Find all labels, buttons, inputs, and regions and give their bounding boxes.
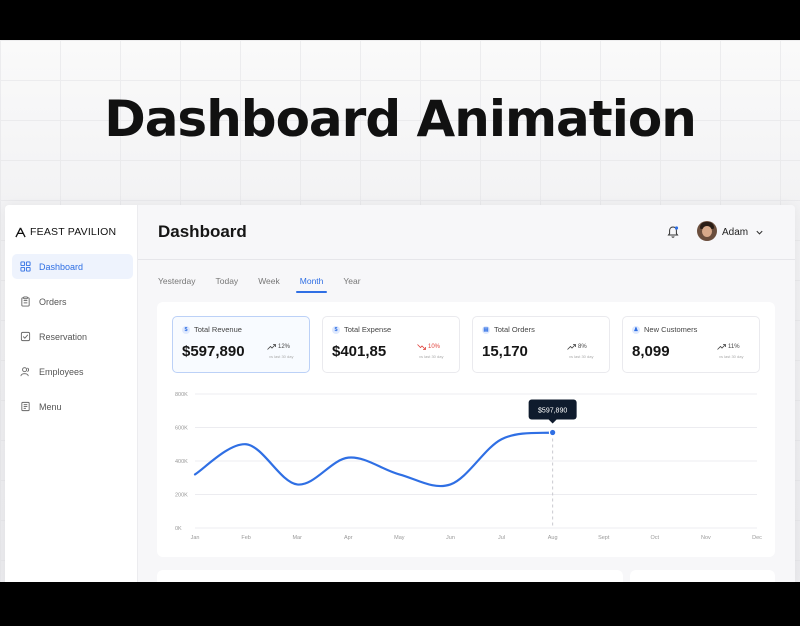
dollar-icon: $: [332, 325, 340, 334]
x-tick-label: Mar: [292, 535, 302, 541]
top-bar: Dashboard Adam: [138, 205, 795, 260]
sidebar-item-dashboard[interactable]: Dashboard: [12, 254, 133, 279]
tooltip-label: $597,890: [538, 408, 567, 415]
sidebar-item-label: Employees: [39, 366, 84, 377]
kpi-value: 8,099: [632, 343, 670, 360]
x-tick-label: Sept: [598, 535, 610, 541]
check-square-icon: [20, 331, 31, 342]
sidebar-item-orders[interactable]: Orders: [12, 289, 133, 314]
tab-yesterday[interactable]: Yesterday: [158, 276, 196, 290]
kpi-label-text: Total Orders: [494, 325, 535, 334]
kpi-change-text: 12%: [278, 344, 291, 350]
user-name[interactable]: Adam: [722, 227, 748, 238]
brand[interactable]: FEAST PAVILION: [15, 226, 116, 238]
x-tick-label: Jul: [498, 535, 505, 541]
revenue-line-chart[interactable]: 0K 200K 400K 600K 800K Jan Feb Mar Apr May Jun Jul A…: [157, 382, 775, 557]
kpi-change: 11%: [717, 344, 740, 350]
sidebar-item-label: Menu: [39, 401, 62, 412]
brand-logo-icon: [15, 227, 26, 237]
period-tabs: Yesterday Today Week Month Year: [158, 276, 381, 293]
y-tick-label: 400K: [175, 459, 188, 465]
notification-bell-icon[interactable]: [666, 225, 680, 239]
kpi-change: 10%: [417, 344, 440, 350]
kpi-change: 8%: [567, 344, 587, 350]
trend-up-icon: [717, 344, 726, 350]
y-tick-label: 800K: [175, 392, 188, 398]
kpi-subtext: vs last 30 day: [419, 354, 444, 359]
kpi-card-orders[interactable]: ▤ Total Orders 15,170 8% vs last 30 day: [472, 316, 610, 373]
tab-year[interactable]: Year: [343, 276, 360, 290]
x-tick-label: Apr: [344, 535, 353, 541]
kpi-change-text: 8%: [578, 344, 587, 350]
kpi-change: 12%: [267, 344, 290, 350]
kpi-subtext: vs last 30 day: [269, 354, 294, 359]
x-tick-label: Dec: [752, 535, 762, 541]
sidebar-item-menu[interactable]: Menu: [12, 394, 133, 419]
user-icon: ♟: [632, 325, 640, 334]
kpi-change-text: 11%: [728, 344, 740, 350]
bottom-card-left: [157, 570, 623, 582]
page-title: Dashboard: [158, 222, 247, 241]
x-tick-label: Feb: [241, 535, 250, 541]
tab-week[interactable]: Week: [258, 276, 280, 290]
clipboard-icon: [21, 296, 30, 307]
x-tick-label: Oct: [651, 535, 660, 541]
kpi-change-text: 10%: [428, 344, 441, 350]
y-tick-label: 200K: [175, 493, 188, 499]
kpi-card-customers[interactable]: ♟ New Customers 8,099 11% vs last 30 day: [622, 316, 760, 373]
kpi-label-text: Total Expense: [344, 325, 392, 334]
trend-up-icon: [267, 344, 276, 350]
kpi-label: ♟ New Customers: [632, 325, 697, 334]
sidebar-item-label: Reservation: [39, 331, 88, 342]
x-tick-label: Nov: [701, 535, 711, 541]
kpi-card-expense[interactable]: $ Total Expense $401,85 10% vs last 30 da…: [322, 316, 460, 373]
y-tick-label: 0K: [175, 526, 182, 532]
avatar[interactable]: [697, 221, 717, 241]
data-point-highlight: [548, 428, 557, 437]
trend-up-icon: [567, 344, 576, 350]
kpi-label: $ Total Revenue: [182, 325, 242, 334]
kpi-value: $597,890: [182, 343, 245, 360]
y-tick-label: 600K: [175, 426, 188, 432]
kpi-value: 15,170: [482, 343, 528, 360]
overview-card: $ Total Revenue $597,890 12% vs last 30 d…: [157, 302, 775, 557]
x-tick-label: Jan: [191, 535, 200, 541]
hero-title: Dashboard Animation: [104, 90, 697, 148]
kpi-label: $ Total Expense: [332, 325, 391, 334]
kpi-subtext: vs last 30 day: [569, 354, 594, 359]
kpi-row: $ Total Revenue $597,890 12% vs last 30 d…: [172, 316, 760, 373]
kpi-value: $401,85: [332, 343, 387, 360]
sidebar-item-label: Dashboard: [39, 261, 84, 272]
presentation-frame: Dashboard Animation FEAST PAVILION Dashb…: [0, 40, 800, 582]
tab-today[interactable]: Today: [216, 276, 239, 290]
kpi-subtext: vs last 30 day: [719, 354, 744, 359]
kpi-label-text: Total Revenue: [194, 325, 242, 334]
brand-name: FEAST PAVILION: [30, 226, 117, 238]
chevron-down-icon[interactable]: [755, 228, 764, 237]
dollar-icon: $: [182, 325, 190, 334]
kpi-card-revenue[interactable]: $ Total Revenue $597,890 12% vs last 30 d…: [172, 316, 310, 373]
series-line: [193, 431, 554, 488]
x-tick-label: May: [394, 535, 405, 541]
sidebar-item-reservation[interactable]: Reservation: [12, 324, 133, 349]
tab-month[interactable]: Month: [295, 276, 327, 293]
kpi-label: ▤ Total Orders: [482, 325, 535, 334]
sidebar-nav: Dashboard Orders Reservation Employees M…: [12, 254, 133, 429]
trend-down-icon: [417, 344, 426, 350]
sidebar-item-employees[interactable]: Employees: [12, 359, 133, 384]
sidebar-item-label: Orders: [39, 296, 67, 307]
x-tick-label: Aug: [548, 535, 558, 541]
x-tick-label: Jun: [446, 535, 455, 541]
sidebar: FEAST PAVILION Dashboard Orders Reservat…: [5, 205, 138, 582]
bottom-card-right: [630, 570, 775, 582]
users-icon: [20, 367, 29, 377]
grid-icon: [20, 261, 31, 272]
avatar-face: [702, 226, 712, 237]
menu-doc-icon: [21, 401, 30, 412]
kpi-label-text: New Customers: [644, 325, 698, 334]
orders-icon: ▤: [482, 325, 490, 334]
dashboard-app: FEAST PAVILION Dashboard Orders Reservat…: [5, 205, 795, 582]
tooltip-arrow: [548, 419, 557, 424]
